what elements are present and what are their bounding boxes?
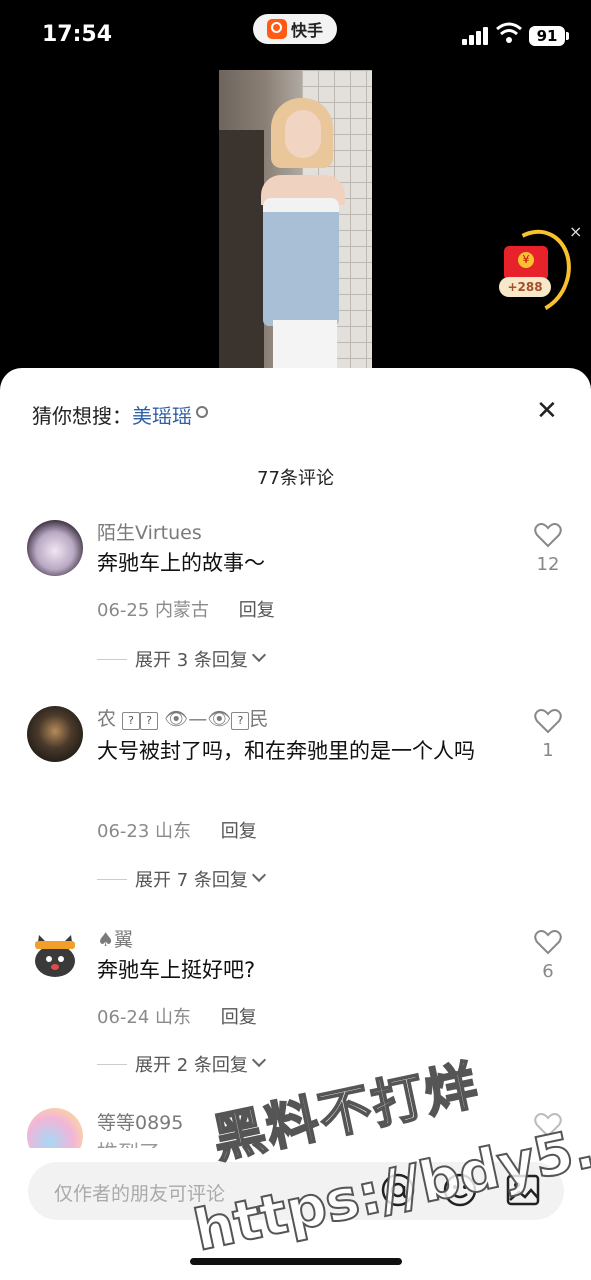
cellular-signal-icon [462, 27, 488, 45]
eye-emoji-icon: 👁—👁 [164, 708, 232, 730]
comment-username[interactable]: 农 ?? 👁—👁? 民 [97, 704, 268, 731]
expand-replies-button[interactable]: 展开 3 条回复 [97, 646, 266, 672]
close-icon[interactable]: ✕ [536, 396, 558, 426]
like-button[interactable]: 1 [533, 708, 563, 761]
comment-text: 奔驰车上的故事～ [97, 551, 265, 575]
wifi-icon [496, 22, 522, 43]
comment-username[interactable]: 陌生Virtues [97, 518, 202, 545]
comment-text: 大号被封了吗，和在奔驰里的是一个人吗 [97, 739, 475, 763]
heart-icon [534, 930, 562, 955]
heart-icon [534, 709, 562, 734]
expand-replies-button[interactable]: 展开 2 条回复 [97, 1051, 266, 1077]
like-count: 6 [542, 961, 554, 982]
reply-button[interactable]: 回复 [221, 821, 257, 842]
app-name: 快手 [290, 21, 323, 40]
app-back-pill[interactable]: 快手 [253, 14, 337, 44]
suggest-term[interactable]: 美瑶瑶 [132, 404, 192, 428]
like-count: 12 [536, 554, 560, 575]
comment-username[interactable]: 等等0895 [97, 1108, 183, 1135]
red-packet-badge: +288 [499, 277, 551, 297]
kuaishou-logo-icon [266, 19, 287, 39]
comment-username[interactable]: ♠翼 [97, 925, 133, 952]
chevron-down-icon [251, 1052, 266, 1068]
status-bar: 17:54 快手 91 [0, 0, 591, 70]
avatar[interactable] [27, 927, 83, 983]
avatar[interactable] [27, 706, 83, 762]
cartoon-animal-avatar-icon [35, 935, 75, 977]
like-button[interactable]: 6 [533, 929, 563, 982]
heart-icon [534, 523, 562, 548]
comment-meta: 06-25 内蒙古 回复 [97, 600, 275, 621]
comment-meta: 06-24 山东 回复 [97, 1007, 257, 1028]
chevron-down-icon [251, 647, 266, 663]
video-player[interactable] [219, 70, 372, 370]
expand-replies-button[interactable]: 展开 7 条回复 [97, 866, 266, 892]
search-icon [196, 406, 208, 418]
reply-button[interactable]: 回复 [239, 600, 275, 621]
comment-count: 77条评论 [257, 468, 334, 489]
red-packet-icon[interactable] [504, 246, 548, 280]
chevron-down-icon [251, 867, 266, 883]
battery-indicator: 91 [529, 26, 569, 46]
search-suggestion[interactable]: 猜你想搜：美瑶瑶 [32, 400, 208, 429]
like-count: 1 [542, 740, 554, 761]
red-packet-close-icon[interactable]: × [569, 222, 582, 241]
comment-text: 奔驰车上挺好吧? [97, 958, 256, 982]
status-time: 17:54 [42, 22, 113, 47]
comment-meta: 06-23 山东 回复 [97, 821, 257, 842]
reply-button[interactable]: 回复 [221, 1007, 257, 1028]
suggest-label: 猜你想搜： [32, 404, 132, 428]
like-button[interactable]: 12 [533, 522, 563, 575]
avatar[interactable] [27, 520, 83, 576]
